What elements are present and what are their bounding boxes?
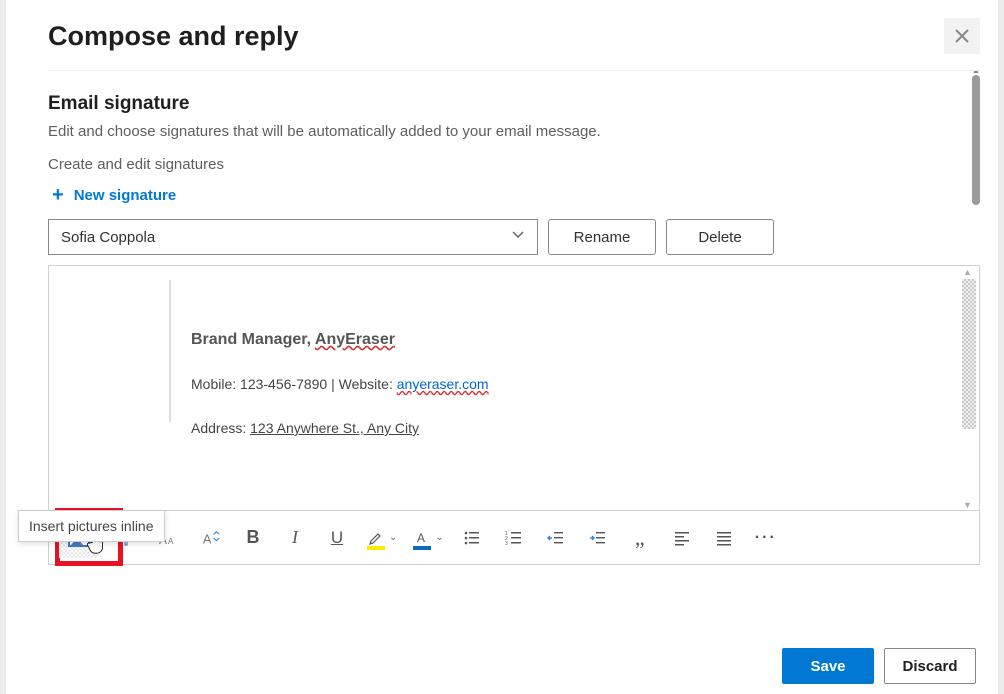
font-color-icon: A [411,528,433,548]
dialog-title: Compose and reply [48,21,299,52]
plus-icon: + [52,185,64,205]
bold-button[interactable]: B [239,524,267,552]
svg-text:3: 3 [505,541,508,547]
numbered-list-button[interactable]: 123 [500,524,528,552]
signature-company: AnyEraser [315,331,395,348]
align-left-button[interactable] [668,524,696,552]
close-button[interactable] [944,18,980,54]
editor-scroll-up-icon: ▲ [963,267,972,277]
compose-and-reply-dialog: Compose and reply ▲ Email signature Edit… [0,0,1004,694]
editor-scrollbar[interactable]: ▲ ▼ [961,269,977,508]
mobile-label: Mobile: [191,376,240,392]
new-signature-button[interactable]: + New signature [48,185,176,205]
section-description: Edit and choose signatures that will be … [48,123,980,140]
chevron-down-icon: ⌄ [389,532,397,543]
align-justify-button[interactable] [710,524,738,552]
font-color-button[interactable]: A ⌄ [411,528,443,548]
discard-button[interactable]: Discard [884,648,976,684]
font-size-icon: A [201,528,221,548]
signature-content: Brand Manager, AnyEraser Mobile: 123-456… [159,326,973,441]
insert-picture-tooltip: Insert pictures inline [18,510,165,542]
signature-role: Brand Manager, [191,331,315,348]
website-value[interactable]: anyeraser.com [397,376,489,392]
signature-title-line: Brand Manager, AnyEraser [191,326,973,353]
font-size-button[interactable]: A [197,524,225,552]
svg-text:A: A [417,531,425,545]
align-justify-icon [715,529,733,547]
section-sub: Create and edit signatures [48,156,980,173]
body-scrollbar[interactable] [972,75,980,205]
signature-selector-row: Sofia Coppola Rename Delete [48,219,980,255]
editor-scroll-down-icon: ▼ [963,500,972,510]
outdent-icon [547,529,565,547]
align-left-icon [673,529,691,547]
outdent-button[interactable] [542,524,570,552]
bullet-list-icon [463,529,481,547]
new-signature-label: New signature [74,187,177,204]
highlight-button[interactable]: ⌄ [365,528,397,548]
address-value: 123 Anywhere St., Any City [250,420,419,436]
chevron-down-icon: ⌄ [435,532,443,543]
close-icon [954,28,970,44]
svg-text:A: A [168,537,174,546]
editor-scroll-thumb[interactable] [962,279,976,429]
signature-contact-line: Mobile: 123-456-7890 | Website: anyerase… [191,373,973,397]
chevron-down-icon [511,228,525,246]
dialog-body: ▲ Email signature Edit and choose signat… [48,71,980,631]
mobile-value: 123-456-7890 [240,376,331,392]
bullet-list-button[interactable] [458,524,486,552]
svg-text:A: A [203,531,212,546]
editor-toolbar: AA A B I U ⌄ A [49,510,979,564]
contact-divider: | [331,376,339,392]
save-button[interactable]: Save [782,648,874,684]
dialog-footer: Save Discard [782,648,976,684]
signature-address-line: Address: 123 Anywhere St., Any City [191,417,973,441]
italic-button[interactable]: I [281,524,309,552]
signature-editor: Brand Manager, AnyEraser Mobile: 123-456… [48,265,980,565]
address-label: Address: [191,420,250,436]
numbered-list-icon: 123 [505,529,523,547]
highlight-icon [365,528,387,548]
signature-select-value: Sofia Coppola [61,229,155,246]
vertical-divider [169,280,171,422]
quote-button[interactable]: „ [626,524,654,552]
underline-button[interactable]: U [323,524,351,552]
section-title: Email signature [48,93,980,115]
delete-button[interactable]: Delete [666,219,774,255]
indent-icon [589,529,607,547]
signature-select[interactable]: Sofia Coppola [48,219,538,255]
editor-canvas[interactable]: Brand Manager, AnyEraser Mobile: 123-456… [49,266,979,512]
rename-button[interactable]: Rename [548,219,656,255]
more-options-button[interactable]: ··· [752,524,780,552]
website-label: Website: [339,376,397,392]
indent-button[interactable] [584,524,612,552]
dialog-header: Compose and reply [48,8,980,71]
